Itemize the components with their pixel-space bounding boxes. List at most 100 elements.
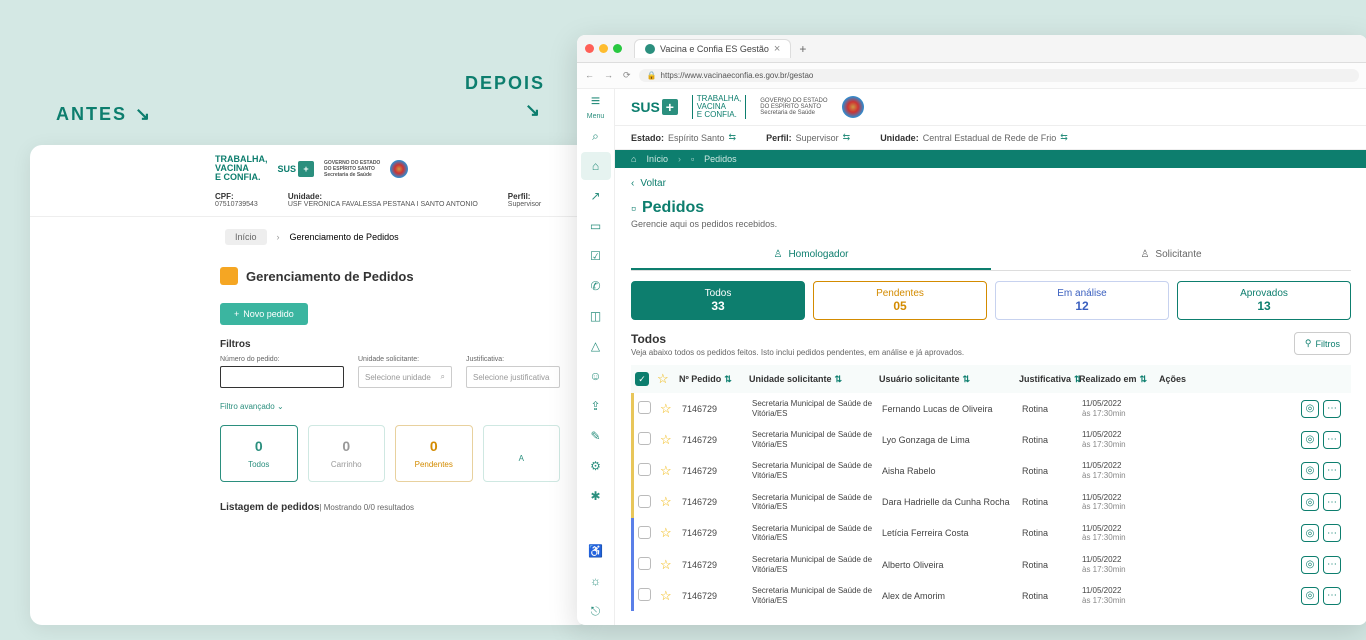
view-button[interactable]: ◎ [1301, 431, 1319, 449]
view-button[interactable]: ◎ [1301, 587, 1319, 605]
col-unid[interactable]: Unidade solicitante⇅ [749, 374, 879, 385]
cell-actions: ◎⋯ [1162, 524, 1347, 542]
status-analise[interactable]: Em análise12 [995, 281, 1169, 320]
star-icon[interactable]: ☆ [660, 463, 672, 478]
window-controls[interactable] [585, 44, 622, 53]
filter-unid-select[interactable]: Selecione unidade⌕ [358, 366, 452, 388]
status-todos[interactable]: Todos33 [631, 281, 805, 320]
forward-icon[interactable]: → [604, 70, 613, 81]
syringe-icon[interactable]: ✱ [581, 482, 611, 510]
calendar-check-icon[interactable]: ☑ [581, 242, 611, 270]
filter-just-select[interactable]: Selecione justificativa [466, 366, 560, 388]
star-icon[interactable]: ☆ [660, 557, 672, 572]
status-aprovados[interactable]: Aprovados13 [1177, 281, 1351, 320]
view-button[interactable]: ◎ [1301, 400, 1319, 418]
table-row[interactable]: ☆7146729Secretaria Municipal de Saúde de… [631, 549, 1351, 580]
swap-icon[interactable]: ⇆ [729, 132, 737, 143]
view-button[interactable]: ◎ [1301, 556, 1319, 574]
status-pendentes[interactable]: Pendentes05 [813, 281, 987, 320]
col-date[interactable]: Realizado em⇅ [1079, 374, 1159, 385]
external-link-icon[interactable]: ↗ [581, 182, 611, 210]
table-row[interactable]: ☆7146729Secretaria Municipal de Saúde de… [631, 518, 1351, 549]
search-icon[interactable]: ⌕ [581, 122, 611, 150]
star-icon[interactable]: ☆ [660, 494, 672, 509]
cell-actions: ◎⋯ [1162, 400, 1347, 418]
swap-icon[interactable]: ⇆ [1060, 132, 1068, 143]
new-order-button[interactable]: +Novo pedido [220, 303, 308, 325]
close-tab-icon[interactable]: × [774, 43, 780, 55]
calendar-icon[interactable]: ▭ [581, 212, 611, 240]
back-link[interactable]: ‹Voltar [631, 178, 1351, 189]
star-icon[interactable]: ☆ [660, 432, 672, 447]
reload-icon[interactable]: ⟳ [623, 70, 631, 81]
col-num[interactable]: Nº Pedido⇅ [679, 374, 749, 385]
row-checkbox[interactable] [638, 526, 651, 539]
view-button[interactable]: ◎ [1301, 493, 1319, 511]
table-row[interactable]: ☆7146729Secretaria Municipal de Saúde de… [631, 580, 1351, 611]
accessibility-icon[interactable]: ♿ [581, 537, 611, 565]
user-icon[interactable]: ☺ [581, 362, 611, 390]
more-button[interactable]: ⋯ [1323, 400, 1341, 418]
view-button[interactable]: ◎ [1301, 524, 1319, 542]
star-icon[interactable]: ☆ [660, 588, 672, 603]
row-checkbox[interactable] [638, 401, 651, 414]
advanced-filter-toggle[interactable]: Filtro avançado ⌄ [30, 398, 590, 425]
breadcrumb-home[interactable]: Início [225, 229, 267, 245]
coat-of-arms-icon [390, 160, 408, 178]
minimize-window-icon[interactable] [599, 44, 608, 53]
swap-icon[interactable]: ⇆ [843, 132, 851, 143]
context-bar: Estado: Espírito Santo ⇆ Perfil: Supervi… [615, 125, 1366, 150]
breadcrumb-home[interactable]: Início [646, 154, 668, 164]
row-checkbox[interactable] [638, 463, 651, 476]
address-bar[interactable]: 🔒 https://www.vacinaeconfia.es.gov.br/ge… [639, 69, 1359, 82]
back-icon[interactable]: ← [585, 70, 594, 81]
table-row[interactable]: ☆7146729Secretaria Municipal de Saúde de… [631, 455, 1351, 486]
home-icon[interactable]: ⌂ [581, 152, 611, 180]
gear-icon[interactable]: ⚙ [581, 452, 611, 480]
table-row[interactable]: ☆7146729Secretaria Municipal de Saúde de… [631, 393, 1351, 424]
warning-icon[interactable]: △ [581, 332, 611, 360]
tab-homologador[interactable]: ♙Homologador [631, 241, 991, 270]
upload-icon[interactable]: ⇪ [581, 392, 611, 420]
more-button[interactable]: ⋯ [1323, 556, 1341, 574]
filters-button[interactable]: ⚲Filtros [1294, 332, 1351, 355]
close-window-icon[interactable] [585, 44, 594, 53]
cube-icon[interactable]: ◫ [581, 302, 611, 330]
stat-pendentes[interactable]: 0Pendentes [395, 425, 473, 482]
table-row[interactable]: ☆7146729Secretaria Municipal de Saúde de… [631, 424, 1351, 455]
maximize-window-icon[interactable] [613, 44, 622, 53]
edit-icon[interactable]: ✎ [581, 422, 611, 450]
stat-carrinho[interactable]: 0Carrinho [308, 425, 386, 482]
table-row[interactable]: ☆7146729Secretaria Municipal de Saúde de… [631, 487, 1351, 518]
stat-todos[interactable]: 0Todos [220, 425, 298, 482]
logout-icon[interactable]: ⎋ [581, 597, 611, 625]
row-checkbox[interactable] [638, 588, 651, 601]
more-button[interactable]: ⋯ [1323, 587, 1341, 605]
row-checkbox[interactable] [638, 432, 651, 445]
more-button[interactable]: ⋯ [1323, 462, 1341, 480]
star-icon[interactable]: ☆ [660, 525, 672, 540]
new-tab-button[interactable]: + [799, 42, 806, 56]
star-icon[interactable]: ☆ [660, 401, 672, 416]
lightbulb-icon[interactable]: ☼ [581, 567, 611, 595]
coat-of-arms-icon [842, 96, 864, 118]
col-usr[interactable]: Usuário solicitante⇅ [879, 374, 1019, 385]
row-checkbox[interactable] [638, 495, 651, 508]
row-checkbox[interactable] [638, 557, 651, 570]
view-button[interactable]: ◎ [1301, 462, 1319, 480]
list-heading: Listagem de pedidos| Mostrando 0/0 resul… [30, 496, 590, 513]
more-button[interactable]: ⋯ [1323, 524, 1341, 542]
star-icon[interactable]: ☆ [657, 371, 669, 386]
browser-tab[interactable]: Vacina e Confia ES Gestão × [634, 39, 791, 58]
page-subtitle: Gerencie aqui os pedidos recebidos. [631, 219, 1351, 229]
more-button[interactable]: ⋯ [1323, 431, 1341, 449]
more-button[interactable]: ⋯ [1323, 493, 1341, 511]
stat-partial[interactable]: A [483, 425, 561, 482]
tab-solicitante[interactable]: ♙Solicitante [991, 241, 1351, 270]
menu-icon[interactable]: ≡ [591, 93, 600, 111]
col-just[interactable]: Justificativa⇅ [1019, 374, 1079, 385]
logo-vacina: TRABALHA, VACINA E CONFIA. [215, 155, 268, 182]
phone-icon[interactable]: ✆ [581, 272, 611, 300]
filter-num-input[interactable] [220, 366, 344, 388]
select-all-checkbox[interactable]: ✓ [635, 372, 649, 386]
